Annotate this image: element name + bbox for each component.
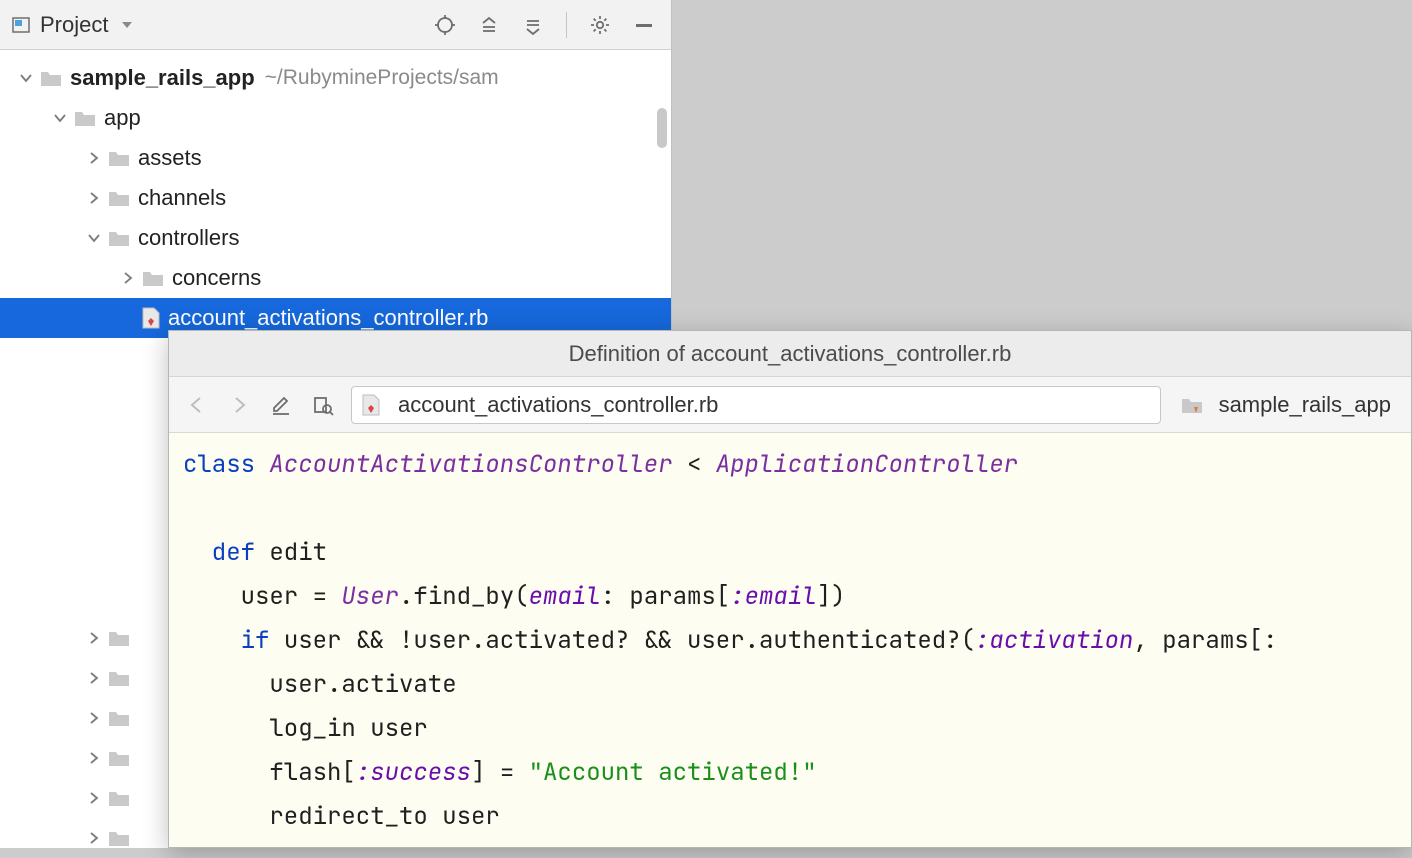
popup-title: Definition of account_activations_contro… <box>169 331 1411 377</box>
code-text: user && !user.activated? && user.authent… <box>284 625 975 656</box>
locate-icon[interactable] <box>434 14 456 36</box>
tree-scrollbar[interactable] <box>657 108 667 148</box>
code-text: < <box>673 449 716 480</box>
chevron-right-icon[interactable] <box>84 668 104 688</box>
code-preview[interactable]: class AccountActivationsController < App… <box>169 433 1411 847</box>
code-symbol: :email <box>730 581 816 612</box>
show-source-button[interactable] <box>309 391 337 419</box>
code-text: redirect_to user <box>183 801 500 832</box>
chevron-down-icon[interactable] <box>16 68 36 88</box>
code-classname: ApplicationController <box>716 449 1018 480</box>
code-text: flash[ <box>183 757 356 788</box>
edit-source-button[interactable] <box>267 391 295 419</box>
code-text: .find_by( <box>399 581 529 612</box>
tree-row-concerns[interactable]: concerns <box>0 258 671 298</box>
chevron-right-icon[interactable] <box>84 788 104 808</box>
breadcrumb-project-label: sample_rails_app <box>1219 392 1391 418</box>
code-text: , params[: <box>1133 625 1277 656</box>
breadcrumb-field[interactable]: account_activations_controller.rb <box>351 386 1161 424</box>
tree-label: concerns <box>172 265 261 291</box>
toolbar-separator <box>566 12 567 38</box>
code-string: "Account activated!" <box>529 757 817 788</box>
code-text: log_in user <box>183 713 428 744</box>
tree-label: assets <box>138 145 202 171</box>
quick-definition-popup: Definition of account_activations_contro… <box>168 330 1412 848</box>
code-text: user = <box>183 581 341 612</box>
tree-row-app[interactable]: app <box>0 98 671 138</box>
code-symbol: :activation <box>975 625 1133 656</box>
code-text: ] = <box>471 757 529 788</box>
breadcrumb-project[interactable]: sample_rails_app <box>1175 392 1397 418</box>
tree-label: app <box>104 105 141 131</box>
code-text: ]) <box>817 581 846 612</box>
tree-row-assets[interactable]: assets <box>0 138 671 178</box>
chevron-down-icon[interactable] <box>50 108 70 128</box>
code-symbol: :success <box>356 757 471 788</box>
tree-row-root[interactable]: sample_rails_app ~/RubymineProjects/sam <box>0 58 671 98</box>
folder-icon <box>142 269 164 287</box>
chevron-right-icon[interactable] <box>84 748 104 768</box>
chevron-down-icon[interactable] <box>84 228 104 248</box>
collapse-all-icon[interactable] <box>522 14 544 36</box>
tree-path: ~/RubymineProjects/sam <box>265 66 499 90</box>
back-button[interactable] <box>183 391 211 419</box>
tree-label: account_activations_controller.rb <box>168 305 488 331</box>
folder-icon <box>74 109 96 127</box>
tree-row-controllers[interactable]: controllers <box>0 218 671 258</box>
code-classname: User <box>341 581 399 612</box>
chevron-right-icon[interactable] <box>84 188 104 208</box>
folder-icon <box>108 149 130 167</box>
tree-label: sample_rails_app <box>70 65 255 91</box>
chevron-right-icon[interactable] <box>84 148 104 168</box>
folder-icon <box>108 829 130 847</box>
chevron-right-icon[interactable] <box>118 268 138 288</box>
folder-icon <box>108 669 130 687</box>
code-text: : params[ <box>601 581 731 612</box>
breadcrumb-label: account_activations_controller.rb <box>398 392 718 418</box>
folder-icon <box>108 189 130 207</box>
code-keyword: class <box>183 449 269 480</box>
folder-icon <box>108 709 130 727</box>
folder-icon <box>108 749 130 767</box>
project-header: Project <box>0 0 671 50</box>
popup-toolbar: account_activations_controller.rb sample… <box>169 377 1411 433</box>
code-classname: AccountActivationsController <box>269 449 672 480</box>
project-header-label[interactable]: Project <box>40 12 108 38</box>
expand-all-icon[interactable] <box>478 14 500 36</box>
hide-icon[interactable] <box>633 14 655 36</box>
folder-icon <box>108 229 130 247</box>
folder-icon <box>108 629 130 647</box>
tree-label: channels <box>138 185 226 211</box>
code-symbol: email <box>529 581 601 612</box>
ruby-file-icon <box>142 307 160 329</box>
project-folder-icon <box>1181 396 1203 414</box>
chevron-right-icon[interactable] <box>84 828 104 848</box>
tree-label: controllers <box>138 225 239 251</box>
chevron-right-icon[interactable] <box>84 628 104 648</box>
code-text: edit <box>269 537 327 568</box>
code-keyword: def <box>183 537 269 568</box>
code-keyword: if <box>183 625 284 656</box>
folder-icon <box>40 69 62 87</box>
forward-button[interactable] <box>225 391 253 419</box>
folder-icon <box>108 789 130 807</box>
tree-row-channels[interactable]: channels <box>0 178 671 218</box>
dropdown-chevron-icon[interactable] <box>116 14 138 36</box>
gear-icon[interactable] <box>589 14 611 36</box>
chevron-right-icon[interactable] <box>84 708 104 728</box>
project-view-icon <box>10 14 32 36</box>
ruby-file-icon <box>362 394 380 416</box>
code-text: user.activate <box>183 669 457 700</box>
